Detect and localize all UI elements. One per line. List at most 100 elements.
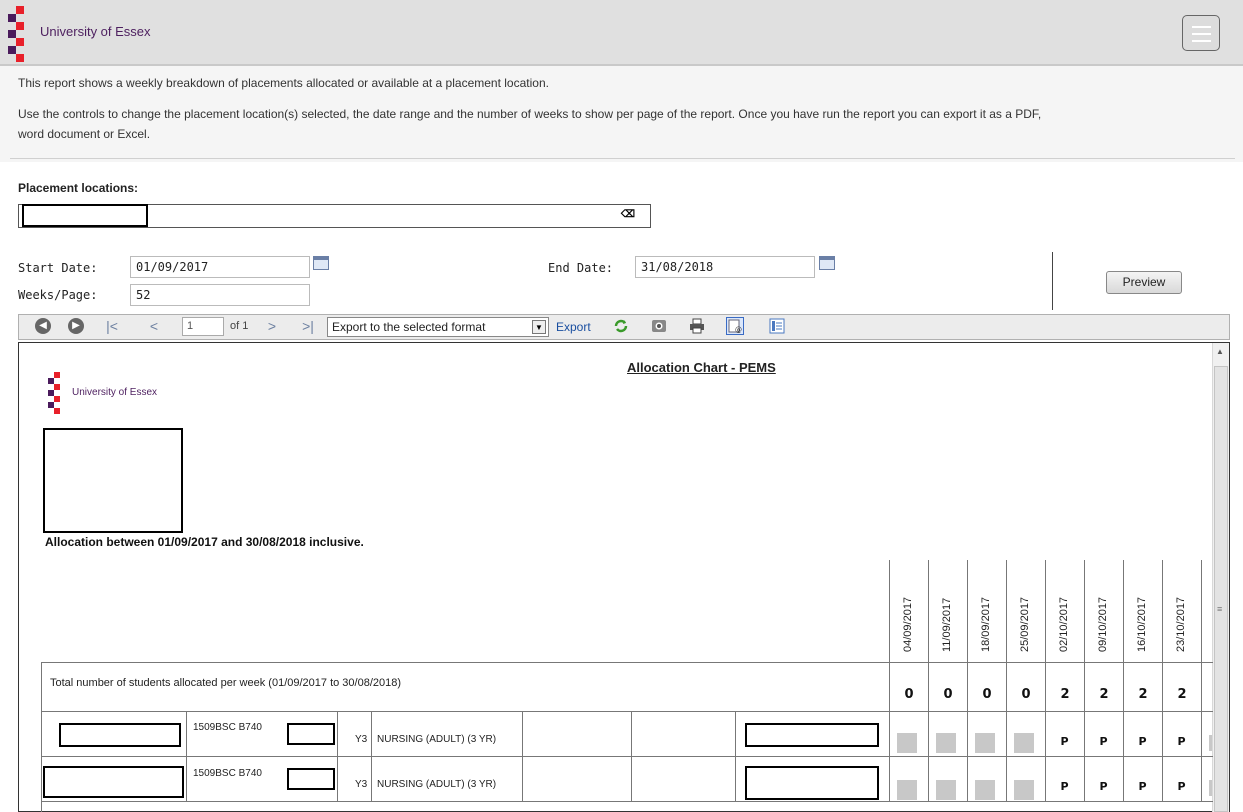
week-header: 16/10/2017 xyxy=(1123,560,1162,666)
placement-mark: P xyxy=(1060,780,1069,793)
placement-mark: P xyxy=(1099,735,1108,748)
intro-line-2b: word document or Excel. xyxy=(18,127,151,141)
table-row xyxy=(41,712,1213,757)
chevron-down-icon[interactable]: ▼ xyxy=(532,320,546,334)
placement-mark: P xyxy=(1177,735,1186,748)
week-date: 18/09/2017 xyxy=(980,596,992,652)
search-icon[interactable] xyxy=(650,317,668,335)
total-value: 2 xyxy=(1045,662,1084,712)
print-icon[interactable] xyxy=(688,317,706,335)
partial-week-cell xyxy=(1209,735,1212,751)
university-logo xyxy=(8,6,30,62)
last-page-icon[interactable]: >| xyxy=(300,318,316,334)
calendar-icon[interactable] xyxy=(313,256,329,270)
unavailable-week-cell xyxy=(897,733,917,753)
report-brand: University of Essex xyxy=(72,387,158,398)
calendar-icon[interactable] xyxy=(819,256,835,270)
forward-icon[interactable]: ▶ xyxy=(68,318,84,334)
allocation-range-text: Allocation between 01/09/2017 and 30/08/… xyxy=(45,535,364,549)
redacted-student-name xyxy=(59,723,181,747)
unavailable-week-cell xyxy=(975,733,995,753)
course-code: 1509BSC B740 xyxy=(193,768,262,779)
redacted-mentor xyxy=(745,766,879,800)
redacted-field xyxy=(287,723,335,745)
total-value: 0 xyxy=(967,662,1006,712)
week-date: 16/10/2017 xyxy=(1136,596,1148,652)
email-view-icon[interactable]: @ xyxy=(726,317,744,335)
export-link[interactable]: Export xyxy=(556,320,591,334)
report-logo xyxy=(48,372,68,414)
week-date: 04/09/2017 xyxy=(902,596,914,652)
week-date: 23/10/2017 xyxy=(1175,596,1187,652)
clear-icon[interactable]: ⌫ xyxy=(620,209,636,221)
start-date-label: Start Date: xyxy=(18,261,98,275)
back-icon[interactable]: ◀ xyxy=(35,318,51,334)
year-of-study: Y3 xyxy=(355,734,368,745)
table-row xyxy=(41,757,1213,802)
week-date: 02/10/2017 xyxy=(1058,596,1070,652)
total-value xyxy=(1201,662,1212,712)
week-header: 04/09/2017 xyxy=(889,560,928,666)
week-header: 23/10/2017 xyxy=(1162,560,1201,666)
week-header xyxy=(1201,560,1212,666)
next-page-icon[interactable]: > xyxy=(264,318,280,334)
brand-name: University of Essex xyxy=(40,24,151,39)
start-date-field[interactable]: 01/09/2017 xyxy=(130,256,310,278)
placement-mark: P xyxy=(1060,735,1069,748)
total-value: 0 xyxy=(1006,662,1045,712)
refresh-icon[interactable] xyxy=(612,317,630,335)
week-header: 02/10/2017 xyxy=(1045,560,1084,666)
export-format-select[interactable]: Export to the selected format xyxy=(327,317,549,337)
unavailable-week-cell xyxy=(897,780,917,800)
unavailable-week-cell xyxy=(936,780,956,800)
weeks-page-label: Weeks/Page: xyxy=(18,288,98,302)
first-page-icon[interactable]: |< xyxy=(104,318,120,334)
total-value: 2 xyxy=(1162,662,1201,712)
course-name: NURSING (ADULT) (3 YR) xyxy=(377,779,497,790)
previous-page-icon[interactable]: < xyxy=(146,318,162,334)
redacted-location-chip xyxy=(22,204,148,227)
week-date: 11/09/2017 xyxy=(941,597,953,652)
unavailable-week-cell xyxy=(975,780,995,800)
total-value: 0 xyxy=(889,662,928,712)
partial-week-cell xyxy=(1209,780,1212,796)
document-map-icon[interactable] xyxy=(768,317,786,335)
report-title: Allocation Chart - PEMS xyxy=(627,360,776,375)
total-value: 0 xyxy=(928,662,967,712)
course-code: 1509BSC B740 xyxy=(193,722,262,733)
page-number-input[interactable]: 1 xyxy=(182,317,224,336)
placement-mark: P xyxy=(1177,780,1186,793)
table-row xyxy=(41,802,1213,812)
year-of-study: Y3 xyxy=(355,779,368,790)
intro-panel: This report shows a weekly breakdown of … xyxy=(0,66,1243,162)
redacted-student-name xyxy=(43,766,184,798)
end-date-field[interactable]: 31/08/2018 xyxy=(635,256,815,278)
week-header: 11/09/2017 xyxy=(928,560,967,666)
scrollbar-thumb[interactable] xyxy=(1214,366,1228,812)
svg-text:@: @ xyxy=(735,326,742,334)
scroll-grip-icon: ≡ xyxy=(1217,604,1223,614)
week-header: 09/10/2017 xyxy=(1084,560,1123,666)
placement-locations-label: Placement locations: xyxy=(18,181,139,195)
redacted-field xyxy=(287,768,335,790)
page-count-text: of 1 xyxy=(230,320,249,332)
weeks-page-field[interactable]: 52 xyxy=(130,284,310,306)
placement-mark: P xyxy=(1099,780,1108,793)
unavailable-week-cell xyxy=(936,733,956,753)
divider xyxy=(10,158,1235,159)
week-date: 25/09/2017 xyxy=(1019,596,1031,652)
preview-button[interactable]: Preview xyxy=(1106,271,1182,294)
scroll-up-icon[interactable]: ▲ xyxy=(1216,347,1224,356)
hamburger-icon[interactable] xyxy=(1182,15,1220,51)
redacted-mentor xyxy=(745,723,879,747)
intro-line-2a: Use the controls to change the placement… xyxy=(18,107,1042,121)
course-name: NURSING (ADULT) (3 YR) xyxy=(377,734,497,745)
week-date: 09/10/2017 xyxy=(1097,596,1109,652)
top-header: University of Essex xyxy=(0,0,1243,66)
filter-separator xyxy=(1052,252,1053,310)
redacted-image xyxy=(43,428,183,533)
placement-mark: P xyxy=(1138,735,1147,748)
totals-label: Total number of students allocated per w… xyxy=(50,677,402,689)
week-header: 18/09/2017 xyxy=(967,560,1006,666)
end-date-label: End Date: xyxy=(548,261,614,275)
